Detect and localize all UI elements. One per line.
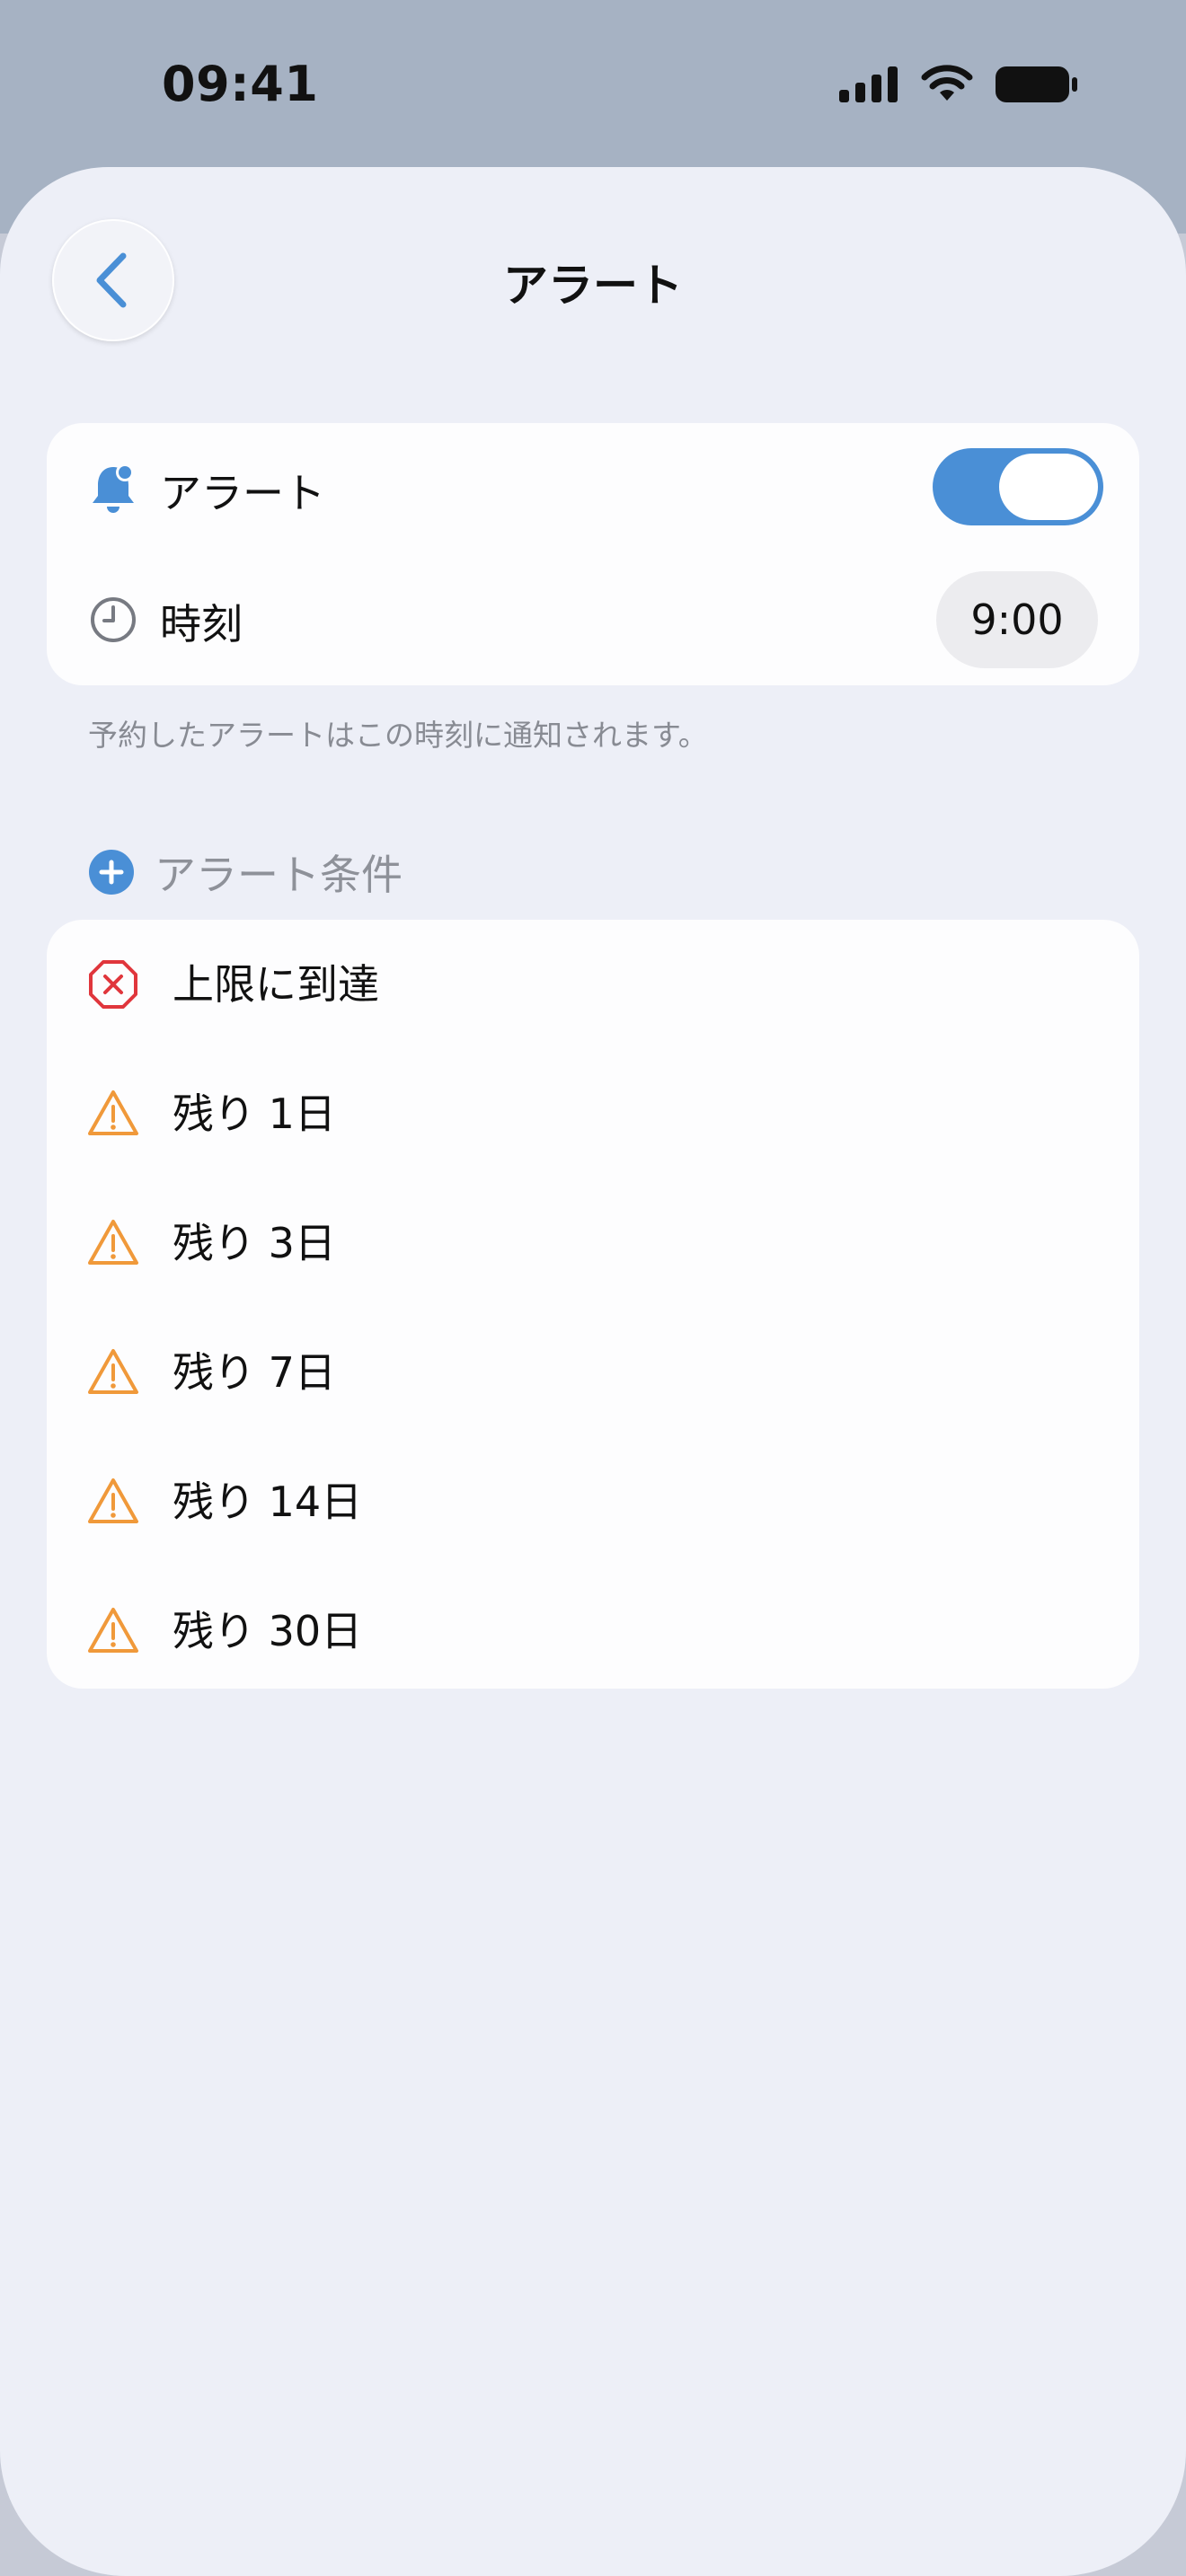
toggle-knob	[999, 454, 1098, 520]
condition-row-3-days[interactable]: 残り 3日	[47, 1178, 1139, 1308]
time-picker-button[interactable]: 9:00	[936, 571, 1098, 668]
cellular-signal-icon	[839, 66, 898, 102]
x-octagon-icon	[89, 960, 137, 1009]
battery-icon	[996, 66, 1077, 102]
time-label: 時刻	[160, 600, 243, 648]
condition-row-limit-reached[interactable]: 上限に到達	[47, 920, 1139, 1049]
condition-label: 残り 14日	[173, 1478, 363, 1526]
status-icons	[839, 65, 1078, 104]
plus-circle-icon	[89, 850, 134, 895]
wifi-icon	[921, 65, 973, 101]
warning-triangle-icon	[88, 1349, 138, 1394]
condition-label: 残り 3日	[173, 1219, 336, 1267]
bell-badge-icon	[86, 462, 140, 516]
condition-label: 残り 1日	[173, 1090, 336, 1138]
time-footnote: 予約したアラートはこの時刻に通知されます。	[88, 718, 708, 753]
condition-label: 残り 30日	[173, 1607, 363, 1655]
time-row: 時刻 9:00	[47, 554, 1139, 685]
conditions-header-label: アラート条件	[155, 851, 403, 899]
alert-toggle[interactable]	[933, 448, 1103, 525]
page-title: アラート	[503, 260, 683, 312]
status-time: 09:41	[162, 56, 319, 112]
status-bar: 09:41	[0, 0, 1186, 171]
condition-row-1-day[interactable]: 残り 1日	[47, 1049, 1139, 1178]
condition-row-30-days[interactable]: 残り 30日	[47, 1566, 1139, 1696]
condition-row-14-days[interactable]: 残り 14日	[47, 1437, 1139, 1566]
warning-triangle-icon	[88, 1220, 138, 1265]
condition-row-7-days[interactable]: 残り 7日	[47, 1308, 1139, 1437]
alert-toggle-row: アラート	[47, 423, 1139, 554]
settings-card: アラート 時刻 9:00	[47, 423, 1139, 685]
add-condition-button[interactable]: アラート条件	[88, 842, 403, 902]
condition-label: 上限に到達	[173, 960, 379, 1009]
warning-triangle-icon	[88, 1090, 138, 1135]
condition-label: 残り 7日	[173, 1348, 336, 1397]
warning-triangle-icon	[88, 1478, 138, 1523]
alert-label: アラート	[160, 469, 325, 517]
alert-settings-sheet: アラート アラート 時刻 9:00 予約したアラートはこの時刻に通知されます。 …	[0, 167, 1186, 2576]
conditions-card: 上限に到達 残り 1日 残り 3日 残り 7日 残り 14日 残り 30日	[47, 920, 1139, 1689]
clock-icon	[86, 593, 140, 647]
warning-triangle-icon	[88, 1608, 138, 1653]
